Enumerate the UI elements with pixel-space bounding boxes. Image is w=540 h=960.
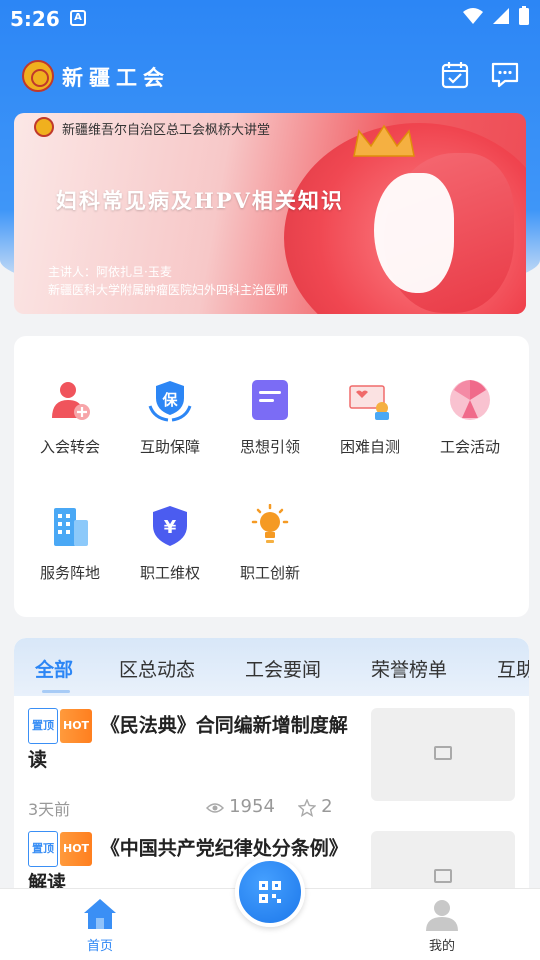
service-label: 工会活动 — [439, 438, 500, 456]
banner-org-name: 新疆维吾尔自治区总工会枫桥大讲堂 — [62, 123, 271, 138]
tab-mutual-aid[interactable]: 互助 — [497, 655, 529, 682]
news-title-block: 置顶 HOT 《民法典》合同编新增制度解读 — [28, 708, 348, 776]
news-stars: 2 — [321, 796, 333, 817]
service-hardship-check[interactable]: 困难自测 — [320, 378, 420, 474]
message-icon[interactable] — [490, 60, 520, 90]
service-rights[interactable]: ¥ 职工维权 — [120, 504, 220, 600]
document-icon — [252, 380, 288, 420]
status-bar: 5:26 A — [0, 0, 540, 36]
building-icon — [54, 508, 88, 546]
service-join-union[interactable]: 入会转会 — [20, 378, 120, 474]
qr-code-icon — [259, 881, 281, 903]
calendar-icon[interactable] — [440, 60, 470, 90]
assessment-icon — [349, 385, 389, 420]
news-time: 3天前 — [28, 800, 71, 819]
face-illustration — [374, 173, 454, 293]
status-time: 5:26 — [10, 7, 60, 31]
service-mutual-aid[interactable]: 保 互助保障 — [120, 378, 220, 474]
banner-headline: 妇科常见病及HPV相关知识 — [56, 188, 344, 213]
pinned-badge: 置顶 — [28, 831, 58, 867]
service-service-stations[interactable]: 服务阵地 — [20, 504, 120, 600]
crown-icon — [353, 124, 415, 157]
hot-badge: HOT — [60, 832, 93, 866]
news-meta: 3天前 1954 2 — [28, 796, 338, 820]
notification-a-icon: A — [70, 10, 86, 26]
news-tabs: 全部 区总动态 工会要闻 荣誉榜单 互助 — [14, 638, 529, 696]
user-add-icon — [52, 382, 90, 420]
star-icon[interactable] — [297, 797, 317, 817]
tab-all[interactable]: 全部 — [35, 655, 73, 682]
tab-honor-list[interactable]: 荣誉榜单 — [371, 655, 447, 682]
service-union-activity[interactable]: 工会活动 — [420, 378, 520, 474]
image-placeholder-icon — [434, 869, 452, 883]
news-views: 1954 — [229, 796, 275, 817]
image-placeholder-icon — [434, 746, 452, 760]
lightbulb-icon — [251, 503, 289, 543]
app-header: 新疆工会 — [0, 52, 540, 100]
service-grid: 入会转会 保 互助保障 思想引领 困难自测 工会活动 服务阵地 ¥ 职工维权 职… — [14, 336, 529, 617]
yuan-shield-icon: ¥ — [153, 506, 187, 546]
eye-icon — [205, 802, 225, 813]
news-item[interactable]: 置顶 HOT 《民法典》合同编新增制度解读 3天前 1954 2 — [28, 708, 528, 820]
qr-scan-button[interactable] — [235, 857, 305, 927]
service-ideology[interactable]: 思想引领 — [220, 378, 320, 474]
app-title: 新疆工会 — [62, 65, 170, 90]
banner-org-logo-icon — [34, 117, 54, 137]
news-thumbnail — [371, 708, 515, 801]
service-label: 入会转会 — [39, 438, 100, 456]
union-logo-icon — [22, 60, 54, 92]
tab-underline — [42, 690, 70, 693]
service-label: 服务阵地 — [39, 564, 100, 582]
nav-mine[interactable]: 我的 — [402, 897, 482, 954]
tab-district-news[interactable]: 区总动态 — [119, 655, 195, 682]
fan-icon — [450, 380, 490, 420]
pinned-badge: 置顶 — [28, 708, 58, 744]
svg-text:保: 保 — [161, 391, 178, 409]
nav-home-label: 首页 — [86, 939, 113, 954]
home-icon — [84, 899, 116, 929]
tab-union-news[interactable]: 工会要闻 — [245, 655, 321, 682]
nav-mine-label: 我的 — [428, 939, 455, 954]
shield-hands-icon: 保 — [148, 381, 192, 422]
service-label: 互助保障 — [139, 438, 200, 456]
signal-icon — [493, 8, 509, 24]
wifi-icon — [463, 8, 483, 24]
promo-banner[interactable]: 新疆维吾尔自治区总工会枫桥大讲堂 妇科常见病及HPV相关知识 主讲人：阿依扎旦·… — [14, 113, 526, 314]
service-label: 职工维权 — [139, 564, 200, 582]
banner-speaker: 主讲人：阿依扎旦·玉麦 — [48, 265, 172, 279]
banner-speaker-title: 新疆医科大学附属肿瘤医院妇外四科主治医师 — [48, 283, 289, 297]
service-label: 职工创新 — [239, 564, 300, 582]
service-label: 困难自测 — [339, 438, 400, 456]
hot-badge: HOT — [60, 709, 93, 743]
user-icon — [426, 900, 458, 931]
service-label: 思想引领 — [239, 438, 300, 456]
nav-home[interactable]: 首页 — [60, 897, 140, 954]
battery-icon — [519, 6, 529, 25]
service-innovation[interactable]: 职工创新 — [220, 503, 320, 600]
svg-text:¥: ¥ — [164, 517, 177, 538]
